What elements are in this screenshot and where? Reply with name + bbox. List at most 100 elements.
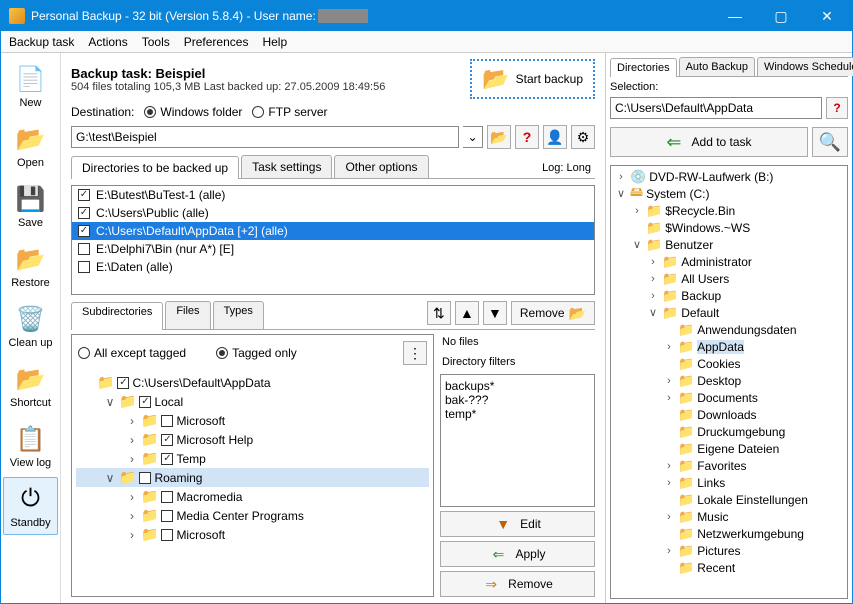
start-backup-button[interactable]: 📂 Start backup: [470, 59, 595, 99]
subtree-options-button[interactable]: ⋮: [403, 341, 427, 365]
drive-tree-node[interactable]: ›📁AppData: [613, 338, 845, 355]
drive-tree-node[interactable]: 📁Netzwerkumgebung: [613, 525, 845, 542]
drive-tree-node[interactable]: ∨🖴System (C:): [613, 185, 845, 202]
expand-icon[interactable]: ∨: [615, 187, 627, 200]
drive-tree-node[interactable]: 📁$Windows.~WS: [613, 219, 845, 236]
move-down-button[interactable]: ▼: [483, 301, 507, 325]
expand-icon[interactable]: ∨: [647, 306, 659, 319]
expand-icon[interactable]: ›: [663, 341, 675, 353]
browse-button[interactable]: 📂: [487, 125, 511, 149]
destination-path-input[interactable]: [71, 126, 459, 148]
selection-help-button[interactable]: ?: [826, 97, 848, 119]
minimize-button[interactable]: —: [712, 1, 758, 31]
sidebar-open[interactable]: 📂Open: [3, 117, 58, 175]
dir-checkbox[interactable]: ✓: [78, 207, 90, 219]
radio-tagged-only[interactable]: Tagged only: [216, 346, 297, 360]
move-up-button[interactable]: ▲: [455, 301, 479, 325]
sidebar-standby[interactable]: ⏻Standby: [3, 477, 58, 535]
expand-icon[interactable]: ›: [663, 375, 675, 387]
tree-checkbox[interactable]: [139, 472, 151, 484]
drive-tree[interactable]: ›💿DVD-RW-Laufwerk (B:)∨🖴System (C:)›📁$Re…: [610, 165, 848, 599]
dest-ftp-radio[interactable]: FTP server: [252, 105, 327, 119]
menu-tools[interactable]: Tools: [142, 35, 170, 49]
drive-tree-node[interactable]: 📁Downloads: [613, 406, 845, 423]
drive-tree-node[interactable]: 📁Eigene Dateien: [613, 440, 845, 457]
user-button[interactable]: 👤: [543, 125, 567, 149]
menu-actions[interactable]: Actions: [88, 35, 127, 49]
drive-tree-node[interactable]: 📁Druckumgebung: [613, 423, 845, 440]
expand-icon[interactable]: ›: [663, 511, 675, 523]
drive-tree-node[interactable]: ›📁Pictures: [613, 542, 845, 559]
sort-button[interactable]: ⇅: [427, 301, 451, 325]
expand-icon[interactable]: ›: [126, 414, 138, 428]
tree-node[interactable]: 📁✓C:\Users\Default\AppData: [76, 373, 429, 392]
expand-icon[interactable]: ›: [126, 509, 138, 523]
expand-icon[interactable]: ›: [126, 433, 138, 447]
expand-icon[interactable]: ›: [126, 452, 138, 466]
close-button[interactable]: ✕: [804, 1, 850, 31]
dest-windows-radio[interactable]: Windows folder: [144, 105, 242, 119]
expand-icon[interactable]: ›: [631, 205, 643, 217]
radio-all-except[interactable]: All except tagged: [78, 346, 186, 360]
drive-tree-node[interactable]: ∨📁Benutzer: [613, 236, 845, 253]
sidebar-save[interactable]: 💾Save: [3, 177, 58, 235]
destination-dropdown[interactable]: ⌄: [463, 126, 483, 148]
tree-checkbox[interactable]: [161, 491, 173, 503]
expand-icon[interactable]: ›: [126, 528, 138, 542]
tree-checkbox[interactable]: ✓: [117, 377, 129, 389]
menu-backup-task[interactable]: Backup task: [9, 35, 74, 49]
dir-item[interactable]: E:\Daten (alle): [72, 258, 594, 276]
drive-tree-node[interactable]: ›📁Links: [613, 474, 845, 491]
expand-icon[interactable]: ›: [663, 477, 675, 489]
dir-checkbox[interactable]: ✓: [78, 189, 90, 201]
tree-node[interactable]: ›📁Macromedia: [76, 487, 429, 506]
filter-item[interactable]: backups*: [445, 379, 590, 393]
remove-filter-button[interactable]: ⇒Remove: [440, 571, 595, 597]
apply-filter-button[interactable]: ⇐Apply: [440, 541, 595, 567]
subtab-subdirectories[interactable]: Subdirectories: [71, 302, 163, 330]
tree-node[interactable]: ›📁Media Center Programs: [76, 506, 429, 525]
tree-node[interactable]: ›📁Microsoft: [76, 525, 429, 544]
drive-tree-node[interactable]: 📁Lokale Einstellungen: [613, 491, 845, 508]
drive-tree-node[interactable]: ›📁Desktop: [613, 372, 845, 389]
expand-icon[interactable]: ∨: [104, 471, 116, 485]
dir-item[interactable]: ✓C:\Users\Default\AppData [+2] (alle): [72, 222, 594, 240]
sidebar-new[interactable]: 📄New: [3, 57, 58, 115]
tree-checkbox[interactable]: ✓: [139, 396, 151, 408]
rp-tab-auto-backup[interactable]: Auto Backup: [679, 57, 755, 76]
dir-item[interactable]: ✓C:\Users\Public (alle): [72, 204, 594, 222]
rp-tab-scheduler[interactable]: Windows Scheduler: [757, 57, 853, 76]
drive-tree-node[interactable]: ›📁$Recycle.Bin: [613, 202, 845, 219]
dir-item[interactable]: ✓E:\Butest\BuTest-1 (alle): [72, 186, 594, 204]
rp-tab-directories[interactable]: Directories: [610, 58, 677, 77]
log-setting[interactable]: Log: Long: [538, 158, 595, 178]
tree-node[interactable]: ∨📁Roaming: [76, 468, 429, 487]
tree-node[interactable]: ∨📁✓Local: [76, 392, 429, 411]
tab-other-options[interactable]: Other options: [334, 155, 428, 178]
sidebar-view-log[interactable]: 📋View log: [3, 417, 58, 475]
directory-list[interactable]: ✓E:\Butest\BuTest-1 (alle)✓C:\Users\Publ…: [71, 185, 595, 295]
expand-icon[interactable]: ›: [663, 460, 675, 472]
expand-icon[interactable]: ›: [647, 273, 659, 285]
drive-tree-node[interactable]: ›📁Music: [613, 508, 845, 525]
remove-dir-button[interactable]: Remove📂: [511, 301, 595, 325]
subtab-types[interactable]: Types: [213, 301, 264, 329]
edit-filter-button[interactable]: ▼Edit: [440, 511, 595, 537]
menu-help[interactable]: Help: [262, 35, 287, 49]
expand-icon[interactable]: ›: [126, 490, 138, 504]
maximize-button[interactable]: ▢: [758, 1, 804, 31]
menu-preferences[interactable]: Preferences: [184, 35, 249, 49]
selection-input[interactable]: [610, 97, 822, 119]
expand-icon[interactable]: ›: [647, 290, 659, 302]
filter-item[interactable]: bak-???: [445, 393, 590, 407]
drive-tree-node[interactable]: ›📁Administrator: [613, 253, 845, 270]
dir-item[interactable]: E:\Delphi7\Bin (nur A*) [E]: [72, 240, 594, 258]
dir-checkbox[interactable]: [78, 261, 90, 273]
expand-icon[interactable]: ›: [647, 256, 659, 268]
dir-checkbox[interactable]: [78, 243, 90, 255]
filter-item[interactable]: temp*: [445, 407, 590, 421]
drive-tree-node[interactable]: ›📁Favorites: [613, 457, 845, 474]
drive-tree-node[interactable]: ›💿DVD-RW-Laufwerk (B:): [613, 168, 845, 185]
help-button[interactable]: ?: [515, 125, 539, 149]
options-button[interactable]: ⚙: [571, 125, 595, 149]
